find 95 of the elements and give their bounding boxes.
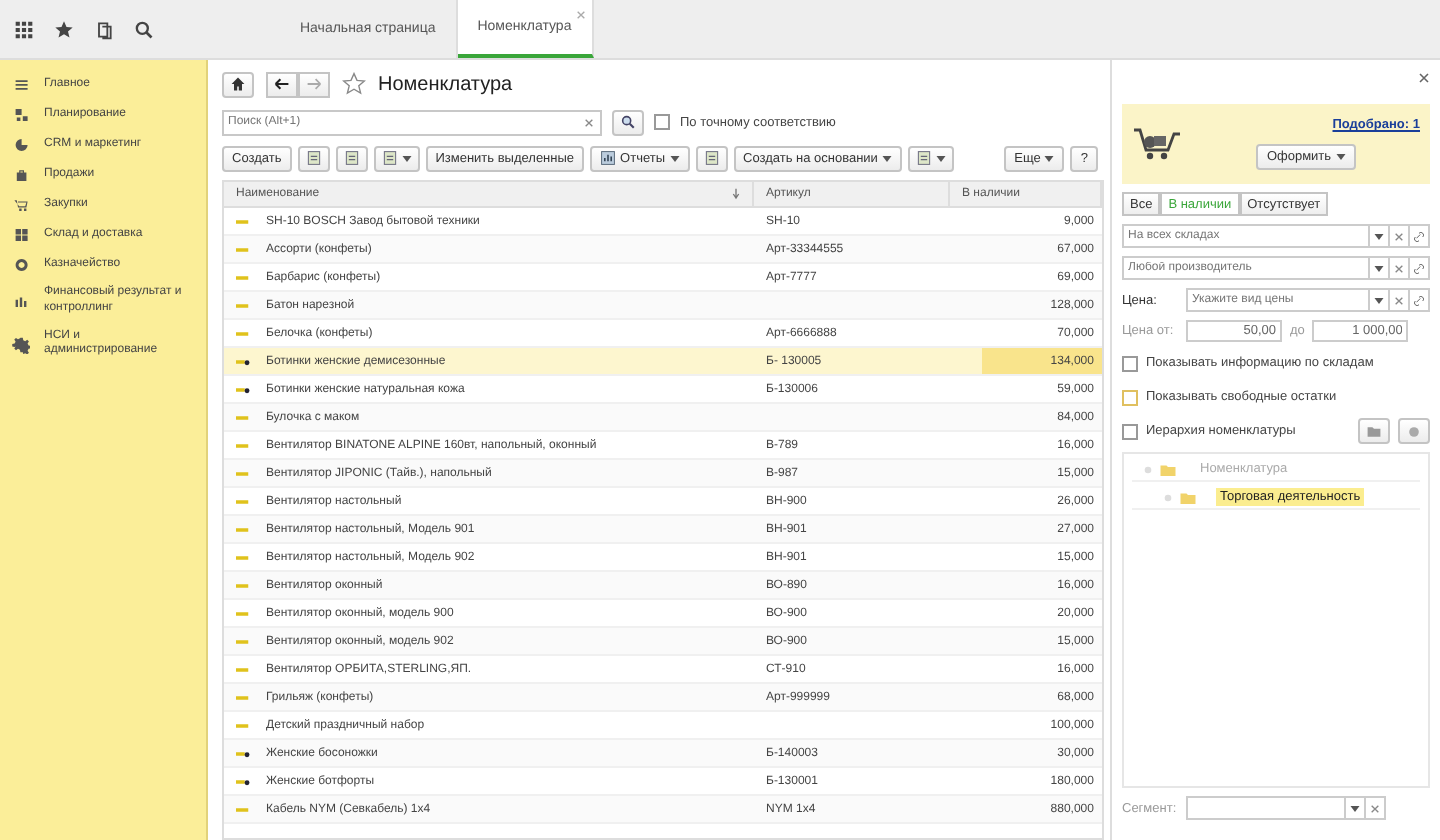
- item-icon: [236, 525, 250, 533]
- item-icon: [236, 721, 250, 729]
- item-icon: [236, 329, 250, 337]
- form-title: Номенклатура: [378, 73, 513, 95]
- arrow-left-icon: [274, 76, 290, 92]
- section-icon: [12, 292, 30, 311]
- star-icon[interactable]: [342, 72, 366, 96]
- item-icon: [236, 609, 250, 617]
- back-button[interactable]: [266, 71, 298, 97]
- circle-icon: [1406, 423, 1422, 439]
- clear-button[interactable]: [1366, 796, 1386, 820]
- folder-icon: [1366, 423, 1382, 439]
- checkbox[interactable]: [1122, 355, 1138, 371]
- clear-icon: [1394, 231, 1404, 241]
- segment-field[interactable]: [1186, 796, 1346, 820]
- toolbar-icon-button[interactable]: [297, 145, 330, 171]
- checkbox[interactable]: [1122, 423, 1138, 439]
- clear-icon: [1394, 263, 1404, 273]
- item-variant-icon: [236, 749, 250, 757]
- item-icon: [236, 469, 250, 477]
- caret-icon: [881, 155, 892, 161]
- item-icon: [236, 581, 250, 589]
- checkbox[interactable]: [654, 114, 670, 130]
- dropdown-button[interactable]: [1370, 288, 1390, 312]
- search-button[interactable]: [612, 109, 644, 135]
- search-icon: [620, 114, 636, 130]
- caret-icon: [1044, 155, 1055, 161]
- item-icon: [236, 413, 250, 421]
- home-icon: [230, 76, 246, 92]
- link-icon: [1414, 295, 1424, 305]
- caret-icon: [401, 155, 412, 161]
- clear-button[interactable]: [1390, 224, 1410, 248]
- checkbox[interactable]: [1122, 389, 1138, 405]
- document-icon: [381, 150, 398, 166]
- document-icon: [703, 150, 719, 166]
- clear-button[interactable]: [1390, 288, 1410, 312]
- document-icon: [343, 150, 360, 166]
- cart-icon: [1132, 126, 1180, 162]
- item-icon: [236, 441, 250, 449]
- section-icon: [12, 196, 30, 214]
- section-icon: [12, 106, 30, 124]
- caret-icon: [1350, 805, 1360, 811]
- folder-button[interactable]: [1358, 418, 1390, 444]
- item-icon: [236, 805, 250, 813]
- section-icon: [12, 226, 30, 244]
- caret-icon: [1335, 154, 1346, 160]
- star-icon[interactable]: [54, 19, 74, 39]
- caret-icon: [1374, 265, 1384, 271]
- caret-icon: [669, 155, 679, 161]
- clear-button[interactable]: [1390, 256, 1410, 280]
- link-icon: [1414, 231, 1424, 241]
- open-button[interactable]: [1410, 256, 1430, 280]
- item-variant-icon: [236, 385, 250, 393]
- dropdown-button[interactable]: [1370, 256, 1390, 280]
- item-icon: [236, 637, 250, 645]
- section-icon: [12, 76, 30, 94]
- clear-icon[interactable]: [584, 117, 594, 127]
- clear-icon: [1394, 295, 1404, 305]
- arrow-right-icon: [306, 76, 322, 92]
- open-button[interactable]: [1410, 224, 1430, 248]
- clear-icon: [1370, 803, 1380, 813]
- item-icon: [236, 273, 250, 281]
- sort-icon: [732, 188, 740, 200]
- link-icon: [1414, 263, 1424, 273]
- document-icon: [305, 150, 322, 166]
- item-variant-icon: [236, 777, 250, 785]
- toolbar-icon-button[interactable]: [907, 145, 954, 171]
- section-icon: [12, 166, 30, 184]
- search-icon[interactable]: [134, 19, 154, 39]
- dropdown-button[interactable]: [1370, 224, 1390, 248]
- caret-icon: [1374, 297, 1384, 303]
- section-icon: [12, 256, 30, 274]
- open-button[interactable]: [1410, 288, 1430, 312]
- document-icon: [915, 150, 932, 166]
- section-icon: [12, 136, 30, 154]
- section-icon: [12, 335, 30, 354]
- item-icon: [236, 553, 250, 561]
- apps-grid-icon[interactable]: [14, 19, 34, 39]
- toolbar-icon-button[interactable]: [695, 145, 727, 171]
- toolbar-icon-button[interactable]: [335, 145, 368, 171]
- caret-icon: [1374, 233, 1384, 239]
- chart-icon: [600, 150, 617, 166]
- item-icon: [236, 301, 250, 309]
- settings-button[interactable]: [1398, 418, 1430, 444]
- item-icon: [236, 497, 250, 505]
- item-icon: [236, 217, 250, 225]
- caret-icon: [935, 155, 946, 161]
- close-icon[interactable]: [1418, 72, 1430, 84]
- item-icon: [236, 665, 250, 673]
- dropdown-button[interactable]: [1346, 796, 1366, 820]
- item-icon: [236, 693, 250, 701]
- home-button[interactable]: [222, 71, 254, 97]
- item-variant-icon: [236, 357, 250, 365]
- item-icon: [236, 245, 250, 253]
- toolbar-icon-button[interactable]: [373, 145, 420, 171]
